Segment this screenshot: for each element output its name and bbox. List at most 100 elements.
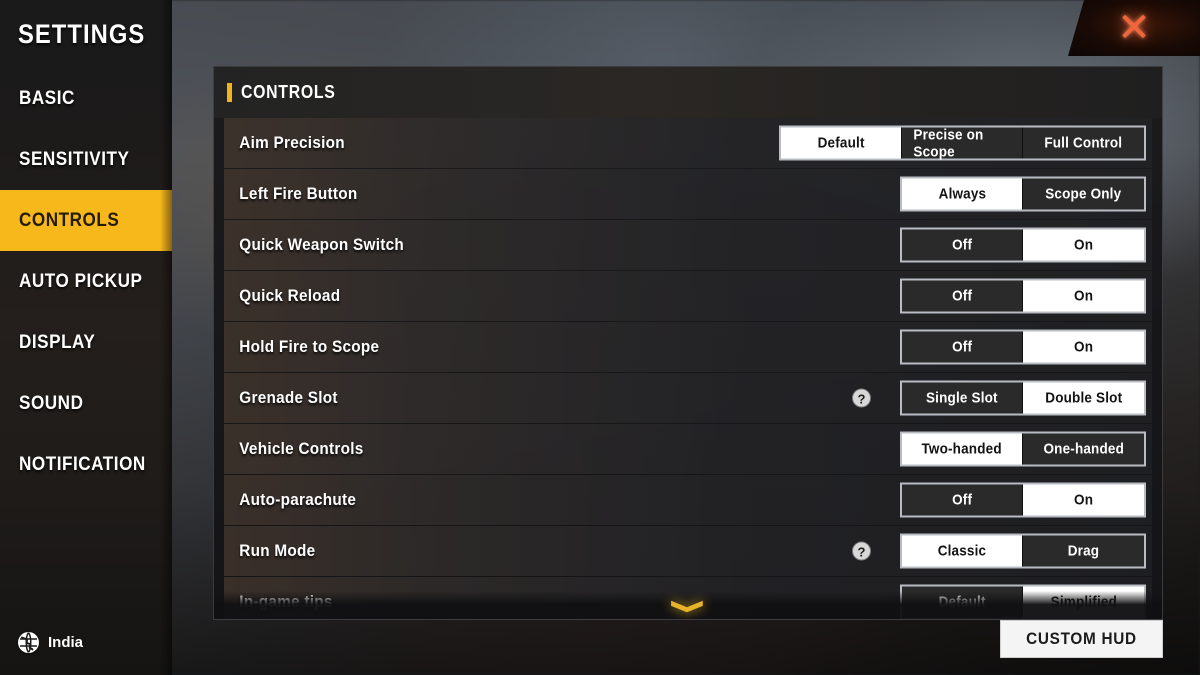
custom-hud-button[interactable]: CUSTOM HUD <box>1000 620 1163 658</box>
close-icon: ✕ <box>1117 6 1151 50</box>
region-indicator[interactable]: India <box>18 632 83 653</box>
segmented-toggle: Default Precise on Scope Full Control <box>779 125 1146 161</box>
toggle-option-label: Precise on Scope <box>913 126 984 160</box>
toggle-option[interactable]: Always <box>902 178 1023 210</box>
sidebar-item-label: SENSITIVITY <box>19 148 130 170</box>
toggle-option[interactable]: Single Slot <box>902 382 1023 414</box>
toggle-option[interactable]: Two-handed <box>902 433 1023 465</box>
toggle-option-label: Always <box>938 185 986 203</box>
setting-row: Hold Fire to Scope Off On <box>224 322 1152 372</box>
toggle-option-label: On <box>1073 236 1094 254</box>
toggle-option[interactable]: On <box>1023 331 1144 363</box>
toggle-option-label: On <box>1073 491 1094 509</box>
toggle-option-label: Full Control <box>1044 134 1123 152</box>
toggle-option-label: Single Slot <box>926 389 998 407</box>
segmented-toggle: Off On <box>900 278 1146 314</box>
toggle-option-label: Off <box>951 236 973 254</box>
toggle-option[interactable]: Drag <box>1023 535 1144 567</box>
setting-row: Run Mode? Classic Drag <box>224 526 1152 576</box>
setting-label: Auto-parachute <box>239 490 357 509</box>
region-label: India <box>48 634 84 651</box>
segmented-toggle: Two-handed One-handed <box>900 431 1146 467</box>
toggle-option[interactable]: Off <box>902 484 1023 516</box>
setting-label: Quick Weapon Switch <box>239 235 404 254</box>
settings-list[interactable]: Aim Precision Default Precise on Scope Full… <box>214 118 1162 619</box>
sidebar-item-controls[interactable]: CONTROLS <box>0 190 172 251</box>
sidebar-item-sound[interactable]: SOUND <box>0 373 172 434</box>
toggle-option[interactable]: Double Slot <box>1023 382 1144 414</box>
toggle-option[interactable]: Full Control <box>1023 127 1144 159</box>
segmented-toggle: Off On <box>900 482 1146 518</box>
sidebar-item-label: NOTIFICATION <box>19 453 146 475</box>
accent-bar-icon <box>227 83 232 102</box>
sidebar-item-basic[interactable]: BASIC <box>0 68 172 129</box>
setting-label: Aim Precision <box>239 133 345 152</box>
sidebar-item-label: BASIC <box>19 87 75 109</box>
toggle-option[interactable]: On <box>1023 484 1144 516</box>
setting-row: In-game tips Default Simplified <box>224 577 1152 619</box>
sidebar-item-auto-pickup[interactable]: AUTO PICKUP <box>0 251 172 312</box>
segmented-toggle: Off On <box>900 329 1146 365</box>
toggle-option[interactable]: Classic <box>902 535 1023 567</box>
toggle-option[interactable]: On <box>1023 280 1144 312</box>
toggle-option[interactable]: One-handed <box>1023 433 1144 465</box>
toggle-option-label: Double Slot <box>1045 389 1122 407</box>
help-icon[interactable]: ? <box>852 388 871 408</box>
controls-settings-panel: CONTROLS Aim Precision Default Precise on … <box>213 66 1163 620</box>
toggle-option-label: Simplified <box>1050 593 1117 611</box>
segmented-toggle: Default Simplified <box>900 584 1146 619</box>
sidebar-item-label: CONTROLS <box>19 209 120 231</box>
toggle-option[interactable]: On <box>1023 229 1144 261</box>
setting-label: Vehicle Controls <box>239 439 364 458</box>
setting-row: Auto-parachute Off On <box>224 475 1152 525</box>
setting-label: Quick Reload <box>239 286 341 305</box>
sidebar-item-label: DISPLAY <box>19 331 96 353</box>
toggle-option[interactable]: Scope Only <box>1023 178 1144 210</box>
setting-row: Quick Weapon Switch Off On <box>224 220 1152 270</box>
setting-label: Left Fire Button <box>239 184 358 203</box>
toggle-option[interactable]: Precise on Scope <box>902 126 1023 160</box>
setting-label: Grenade Slot <box>239 388 338 407</box>
segmented-toggle: Single Slot Double Slot <box>900 380 1146 416</box>
toggle-option-label: Default <box>938 593 986 611</box>
toggle-option[interactable]: Off <box>902 229 1023 261</box>
sidebar-nav: BASIC SENSITIVITY CONTROLS AUTO PICKUP DISPL… <box>0 68 172 495</box>
setting-label: Hold Fire to Scope <box>239 337 380 356</box>
sidebar-item-sensitivity[interactable]: SENSITIVITY <box>0 129 172 190</box>
toggle-option[interactable]: Default <box>781 127 902 159</box>
setting-row: Aim Precision Default Precise on Scope Full… <box>224 118 1152 168</box>
toggle-option-label: Off <box>951 491 973 509</box>
segmented-toggle: Always Scope Only <box>900 176 1146 212</box>
toggle-option-label: One-handed <box>1043 440 1124 458</box>
toggle-option-label: Off <box>951 287 973 305</box>
help-icon[interactable]: ? <box>852 541 871 561</box>
toggle-option[interactable]: Off <box>902 280 1023 312</box>
sidebar-title-bar: SETTINGS <box>0 0 172 68</box>
toggle-option-label: On <box>1073 287 1094 305</box>
sidebar-item-notification[interactable]: NOTIFICATION <box>0 434 172 495</box>
sidebar-item-label: AUTO PICKUP <box>19 270 143 292</box>
close-button[interactable]: ✕ <box>1068 0 1200 56</box>
toggle-option-label: Scope Only <box>1045 185 1122 203</box>
toggle-option-label: Classic <box>937 542 987 560</box>
setting-label: In-game tips <box>239 592 333 611</box>
page-title: SETTINGS <box>18 18 146 49</box>
segmented-toggle: Off On <box>900 227 1146 263</box>
toggle-option-label: Off <box>951 338 973 356</box>
toggle-option[interactable]: Off <box>902 331 1023 363</box>
setting-row: Grenade Slot? Single Slot Double Slot <box>224 373 1152 423</box>
setting-row: Quick Reload Off On <box>224 271 1152 321</box>
toggle-option-label: On <box>1073 338 1094 356</box>
sidebar-item-display[interactable]: DISPLAY <box>0 312 172 373</box>
setting-row: Vehicle Controls Two-handed One-handed <box>224 424 1152 474</box>
custom-hud-label: CUSTOM HUD <box>1026 629 1137 648</box>
toggle-option[interactable]: Default <box>902 586 1023 618</box>
settings-sidebar: SETTINGS BASIC SENSITIVITY CONTROLS AUTO PI… <box>0 0 172 675</box>
toggle-option[interactable]: Simplified <box>1023 586 1144 618</box>
sidebar-item-label: SOUND <box>19 392 84 414</box>
setting-label: Run Mode <box>239 541 316 560</box>
toggle-option-label: Default <box>817 134 865 152</box>
toggle-option-label: Drag <box>1067 542 1100 560</box>
panel-header: CONTROLS <box>214 67 1162 118</box>
segmented-toggle: Classic Drag <box>900 533 1146 569</box>
